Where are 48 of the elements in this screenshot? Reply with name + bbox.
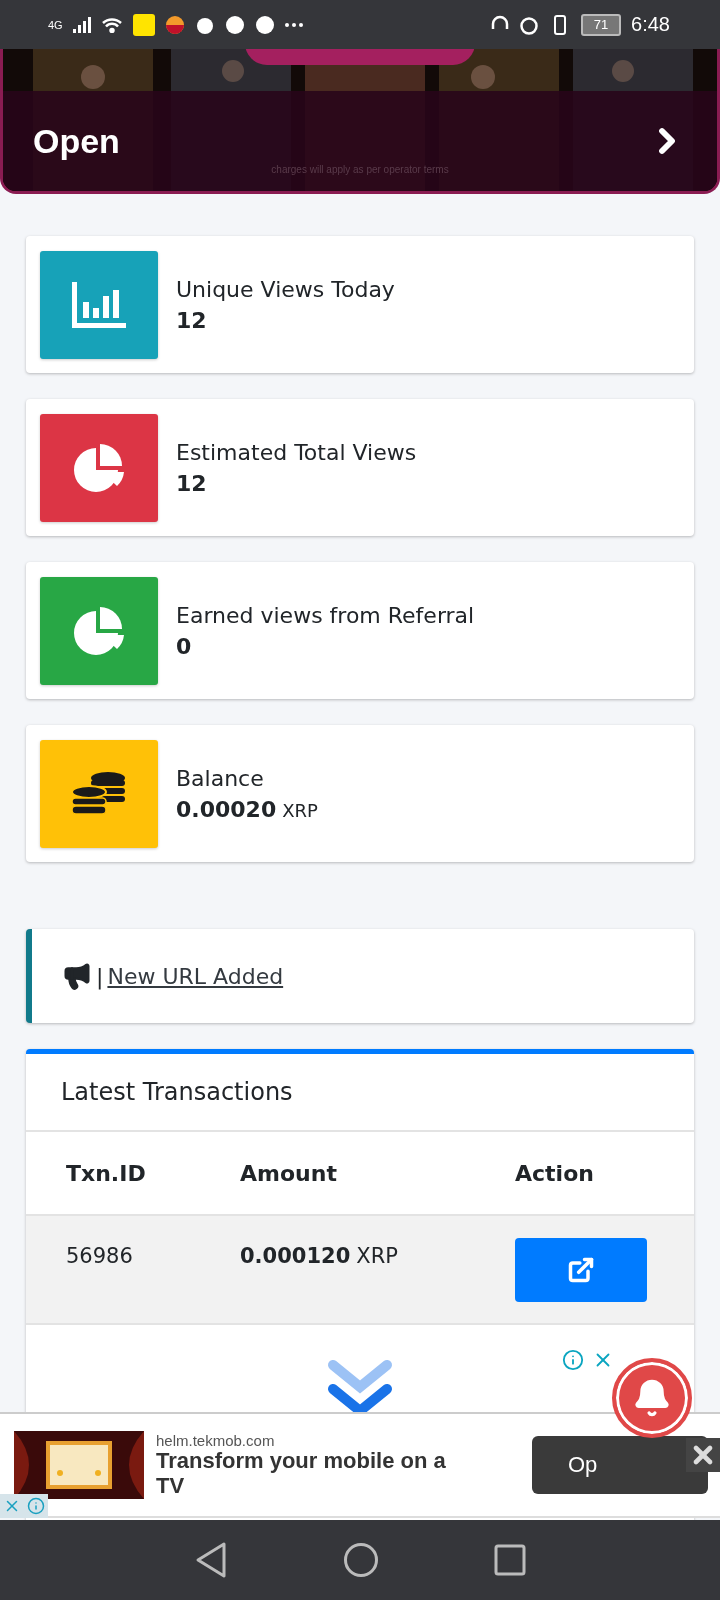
- open-label: Open: [33, 121, 121, 161]
- close-button[interactable]: [686, 1438, 720, 1472]
- stat-label: Unique Views Today: [176, 276, 395, 302]
- stat-value: 0.00020: [176, 796, 277, 822]
- pie-chart-icon: [72, 604, 126, 657]
- wifi-icon: [100, 16, 123, 33]
- open-link-button[interactable]: [515, 1238, 647, 1302]
- recents-button[interactable]: [494, 1544, 526, 1576]
- amount-value: 0.000120: [240, 1244, 351, 1268]
- external-link-icon: [567, 1256, 595, 1284]
- stat-label: Earned views from Referral: [176, 602, 475, 628]
- network-type: 4G: [48, 18, 63, 31]
- table-cell-text: 56986: [66, 1243, 134, 1268]
- bar-chart-icon: [72, 281, 126, 328]
- info-icon: [27, 1497, 45, 1515]
- pie-chart-icon: [72, 441, 126, 494]
- clock: 6:48: [631, 13, 670, 36]
- notice-link[interactable]: New URL Added: [107, 963, 284, 989]
- home-button[interactable]: [343, 1542, 379, 1578]
- coins-icon: [72, 770, 126, 817]
- stat-label: Balance: [176, 765, 265, 791]
- app-icon: [164, 14, 185, 35]
- stat-value: 0: [176, 633, 192, 659]
- stat-value: 12: [176, 307, 207, 333]
- home-icon: [343, 1542, 379, 1578]
- app-icon: [132, 13, 155, 36]
- recents-icon: [494, 1544, 526, 1576]
- ad-domain: helm.tekmob.com: [156, 1432, 276, 1450]
- amount-unit: XRP: [356, 1244, 398, 1268]
- info-button[interactable]: [24, 1494, 48, 1518]
- back-icon: [194, 1541, 228, 1579]
- column-header: Action: [515, 1160, 595, 1186]
- stat-unit: XRP: [282, 799, 318, 821]
- ad-banner[interactable]: helm.tekmob.com Transform your mobile on a TV Op: [0, 1412, 720, 1518]
- bell-icon: [632, 1378, 672, 1418]
- column-header: Txn.ID: [66, 1160, 147, 1186]
- info-icon[interactable]: [562, 1349, 584, 1371]
- megaphone-icon: [62, 961, 92, 991]
- stat-value: 12: [176, 470, 207, 496]
- stat-label: Estimated Total Views: [176, 439, 417, 465]
- column-header: Amount: [240, 1160, 338, 1186]
- ad-headline: Transform your mobile on a TV: [156, 1449, 447, 1498]
- ad-open-button[interactable]: Op: [532, 1436, 708, 1494]
- battery-level: 71: [581, 13, 622, 36]
- more-icon: [284, 22, 303, 27]
- signal-icon: [72, 16, 91, 33]
- separator: |: [96, 963, 104, 989]
- back-button[interactable]: [194, 1541, 228, 1579]
